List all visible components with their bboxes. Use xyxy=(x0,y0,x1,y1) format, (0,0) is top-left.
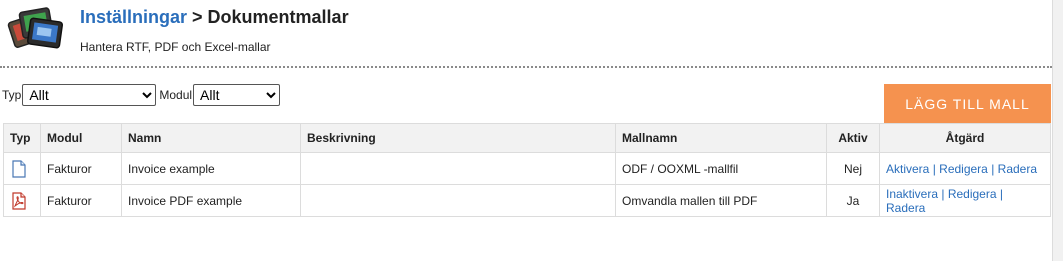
type-cell xyxy=(3,184,41,217)
col-header-description[interactable]: Beskrivning xyxy=(300,123,616,153)
type-cell xyxy=(3,152,41,185)
table-header-row: Typ Modul Namn Beskrivning Mallnamn Akti… xyxy=(3,123,1051,153)
table-row: Fakturor Invoice example ODF / OOXML -ma… xyxy=(3,152,1051,185)
col-header-module[interactable]: Modul xyxy=(40,123,122,153)
module-cell: Fakturor xyxy=(40,184,122,217)
breadcrumb-separator: > xyxy=(187,7,208,27)
breadcrumb-current: Dokumentmallar xyxy=(207,7,349,27)
col-header-name[interactable]: Namn xyxy=(121,123,301,153)
actions-cell: Inaktivera | Redigera | Radera xyxy=(879,184,1051,217)
breadcrumb-link-installningar[interactable]: Inställningar xyxy=(80,7,187,27)
page-header: Inställningar > Dokumentmallar Hantera R… xyxy=(0,0,1050,66)
action-separator: | xyxy=(929,161,940,176)
action-separator: | xyxy=(996,186,1003,201)
page-title: Inställningar > Dokumentmallar xyxy=(80,7,349,28)
delete-link[interactable]: Radera xyxy=(998,162,1037,176)
edit-link[interactable]: Redigera xyxy=(948,187,997,201)
active-status-yes: Ja xyxy=(826,184,880,217)
col-header-template-name[interactable]: Mallnamn xyxy=(615,123,827,153)
deactivate-link[interactable]: Inaktivera xyxy=(886,187,938,201)
header-divider xyxy=(0,66,1052,68)
page-subtitle: Hantera RTF, PDF och Excel-mallar xyxy=(80,40,271,54)
action-separator: | xyxy=(987,161,998,176)
type-filter-label: Typ xyxy=(2,88,22,102)
activate-link[interactable]: Aktivera xyxy=(886,162,929,176)
module-cell: Fakturor xyxy=(40,152,122,185)
delete-link[interactable]: Radera xyxy=(886,201,925,215)
template-name-cell: Omvandla mallen till PDF xyxy=(615,184,827,217)
name-cell: Invoice PDF example xyxy=(121,184,301,217)
settings-app-icon xyxy=(7,7,64,49)
col-header-actions: Åtgärd xyxy=(879,123,1051,153)
filter-bar: Typ Allt Modul Allt xyxy=(2,84,281,106)
actions-cell: Aktivera | Redigera | Radera xyxy=(879,152,1051,185)
col-header-active[interactable]: Aktiv xyxy=(826,123,880,153)
vertical-scrollbar[interactable] xyxy=(1052,0,1063,261)
description-cell xyxy=(300,152,616,185)
name-cell: Invoice example xyxy=(121,152,301,185)
type-filter-select[interactable]: Allt xyxy=(22,84,157,106)
edit-link[interactable]: Redigera xyxy=(939,162,988,176)
document-icon xyxy=(12,159,26,178)
description-cell xyxy=(300,184,616,217)
pdf-icon xyxy=(12,191,26,210)
table-row: Fakturor Invoice PDF example Omvandla ma… xyxy=(3,184,1051,217)
col-header-type[interactable]: Typ xyxy=(3,123,41,153)
template-name-cell: ODF / OOXML -mallfil xyxy=(615,152,827,185)
module-filter-label: Modul xyxy=(159,88,193,102)
add-template-button[interactable]: LÄGG TILL MALL xyxy=(884,84,1051,123)
module-filter-select[interactable]: Allt xyxy=(193,84,281,106)
active-status-no: Nej xyxy=(826,152,880,185)
templates-table: Typ Modul Namn Beskrivning Mallnamn Akti… xyxy=(3,123,1051,217)
action-separator: | xyxy=(938,186,948,201)
